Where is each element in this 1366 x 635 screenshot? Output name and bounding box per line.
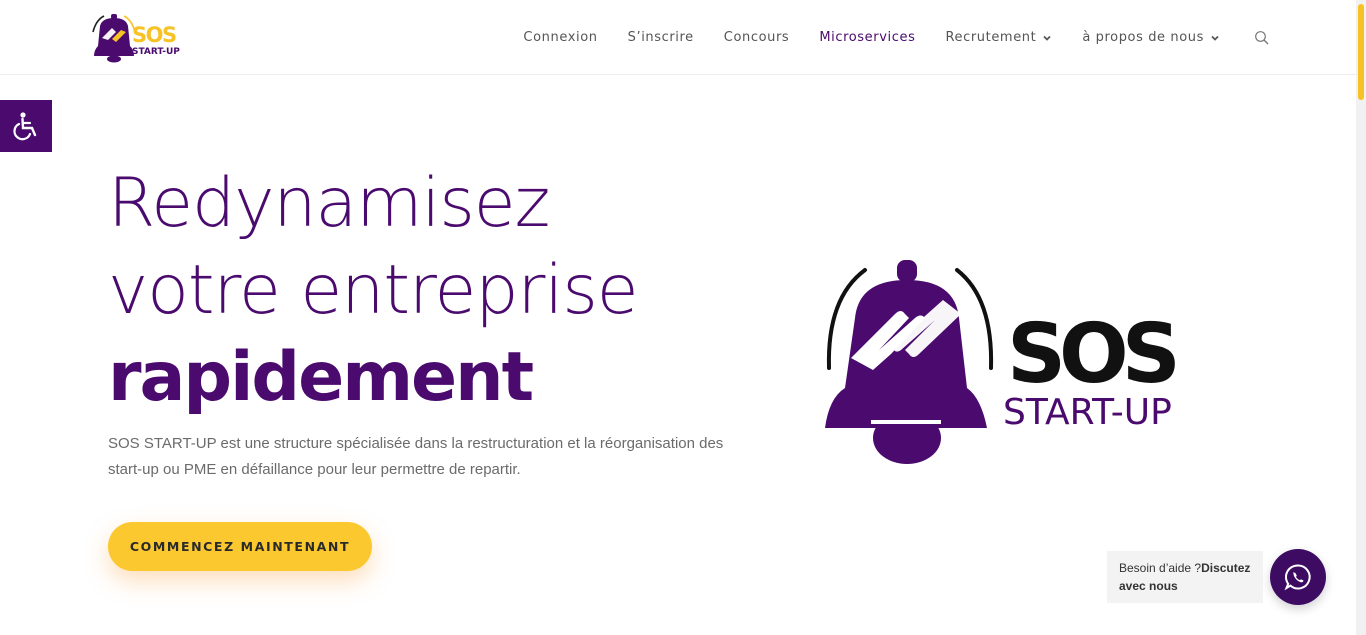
logo-brand-sub: START-UP [1003, 392, 1172, 433]
hero-description: SOS START-UP est une structure spécialis… [108, 435, 724, 478]
accessibility-button[interactable] [0, 100, 52, 152]
chat-prompt[interactable]: Besoin d’aide ?Discutez avec nous [1107, 551, 1263, 603]
bell-icon [825, 260, 994, 464]
start-now-button[interactable]: COMMENCEZ MAINTENANT [108, 522, 372, 571]
nav-label: Connexion [523, 30, 598, 45]
search-icon[interactable] [1254, 30, 1270, 46]
wheelchair-icon [13, 112, 37, 141]
logo-brand-main: SOS [132, 23, 176, 47]
whatsapp-icon [1284, 564, 1311, 591]
whatsapp-chat-button[interactable] [1270, 549, 1326, 605]
nav-inscrire[interactable]: S’inscrire [628, 30, 694, 45]
main-nav: Connexion S’inscrire Concours Microservi… [493, 0, 1270, 75]
hero-title-line: votre entreprise [108, 251, 639, 330]
nav-concours[interactable]: Concours [724, 30, 790, 45]
hero-title-emphasis: rapidement [108, 338, 534, 417]
scrollbar-thumb[interactable] [1358, 4, 1364, 100]
hero-logo: SOS START-UP [825, 260, 1183, 464]
nav-connexion[interactable]: Connexion [523, 30, 597, 45]
nav-recrutement[interactable]: Recrutement [945, 30, 1052, 45]
site-header: SOS START-UP Connexion S’inscrire Concou… [0, 0, 1356, 75]
logo-brand-main: SOS [1007, 307, 1176, 402]
nav-label: Recrutement [945, 30, 1037, 45]
nav-label: S’inscrire [627, 30, 694, 45]
chevron-down-icon [1211, 35, 1219, 41]
nav-label: Concours [723, 30, 790, 45]
logo-brand-sub: START-UP [132, 47, 180, 57]
nav-label: à propos de nous [1082, 30, 1204, 45]
nav-microservices[interactable]: Microservices [819, 30, 915, 45]
site-logo[interactable]: SOS START-UP [88, 12, 183, 64]
chevron-down-icon [1043, 35, 1051, 41]
page-scrollbar[interactable] [1356, 0, 1366, 635]
nav-label: Microservices [819, 30, 916, 45]
hero-title: Redynamisez votre entreprise rapidement [108, 160, 748, 421]
hero-title-line: Redynamisez [108, 164, 550, 243]
nav-a-propos[interactable]: à propos de nous [1082, 30, 1220, 45]
bell-icon [92, 14, 136, 63]
chat-text: Besoin d’aide ? [1119, 561, 1202, 575]
